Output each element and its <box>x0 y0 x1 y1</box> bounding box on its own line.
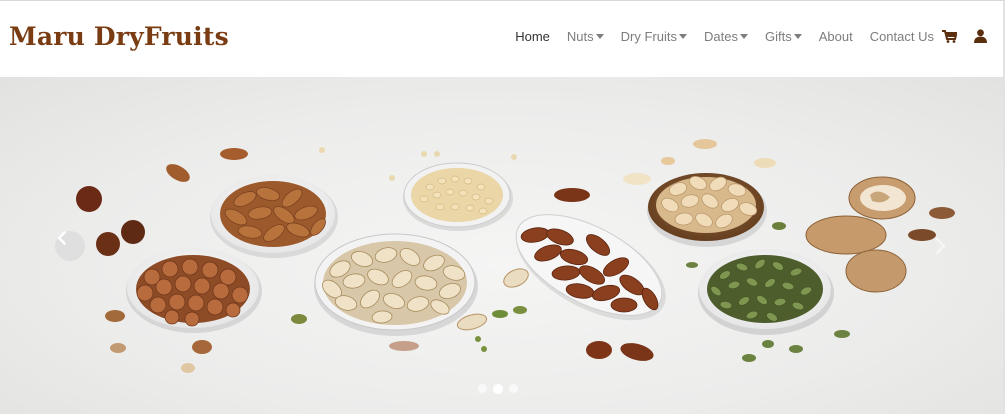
nav-nuts-dropdown[interactable]: Nuts <box>567 29 604 44</box>
page: Maru DryFruits Home Nuts Dry Fruits Date… <box>0 0 1005 414</box>
user-icon <box>974 29 987 43</box>
carousel-indicator-3[interactable] <box>509 384 518 393</box>
nav-home[interactable]: Home <box>515 29 550 44</box>
hero-carousel <box>0 77 1003 414</box>
caret-down-icon <box>595 34 604 39</box>
nav-dry-fruits-dropdown[interactable]: Dry Fruits <box>621 29 687 44</box>
hazelnut-bowl <box>126 248 262 333</box>
nav-dates-dropdown[interactable]: Dates <box>704 29 748 44</box>
nav-about[interactable]: About <box>819 29 853 44</box>
carousel-indicator-1[interactable] <box>478 384 487 393</box>
pine-nut-bowl <box>403 162 513 231</box>
hero-image <box>76 139 955 373</box>
chevron-right-icon <box>935 237 946 255</box>
chevron-left-icon <box>57 231 66 245</box>
nav-nuts-label: Nuts <box>566 28 594 44</box>
nav-about-label: About <box>818 28 853 44</box>
caret-down-icon <box>739 34 748 39</box>
nav-contact-us-label: Contact Us <box>869 28 934 44</box>
carousel-indicators <box>478 383 524 394</box>
navbar: Maru DryFruits Home Nuts Dry Fruits Date… <box>0 1 1003 77</box>
nav-dry-fruits-label: Dry Fruits <box>620 28 677 44</box>
caret-down-icon <box>793 34 802 39</box>
pistachio-bowl <box>314 233 478 336</box>
caret-down-icon <box>679 34 687 39</box>
nav-contact-us[interactable]: Contact Us <box>870 29 934 44</box>
nav-gifts-label: Gifts <box>764 28 792 44</box>
nav-home-label: Home <box>515 28 550 44</box>
cart-icon <box>942 29 957 43</box>
carousel-prev-button[interactable] <box>55 231 85 261</box>
cashew-bowl <box>647 173 767 247</box>
nav-dates-label: Dates <box>704 28 738 44</box>
pumpkin-seed-bowl <box>698 249 834 335</box>
carousel-indicator-2[interactable] <box>493 383 503 394</box>
main-nav: Home Nuts Dry Fruits Dates Gifts About C… <box>498 27 987 45</box>
user-button[interactable] <box>974 29 987 43</box>
nav-gifts-dropdown[interactable]: Gifts <box>765 29 802 44</box>
carousel-next-button[interactable] <box>925 231 955 261</box>
almond-bowl <box>210 175 338 258</box>
cart-button[interactable] <box>942 29 957 43</box>
brand-logo[interactable]: Maru DryFruits <box>9 22 229 51</box>
